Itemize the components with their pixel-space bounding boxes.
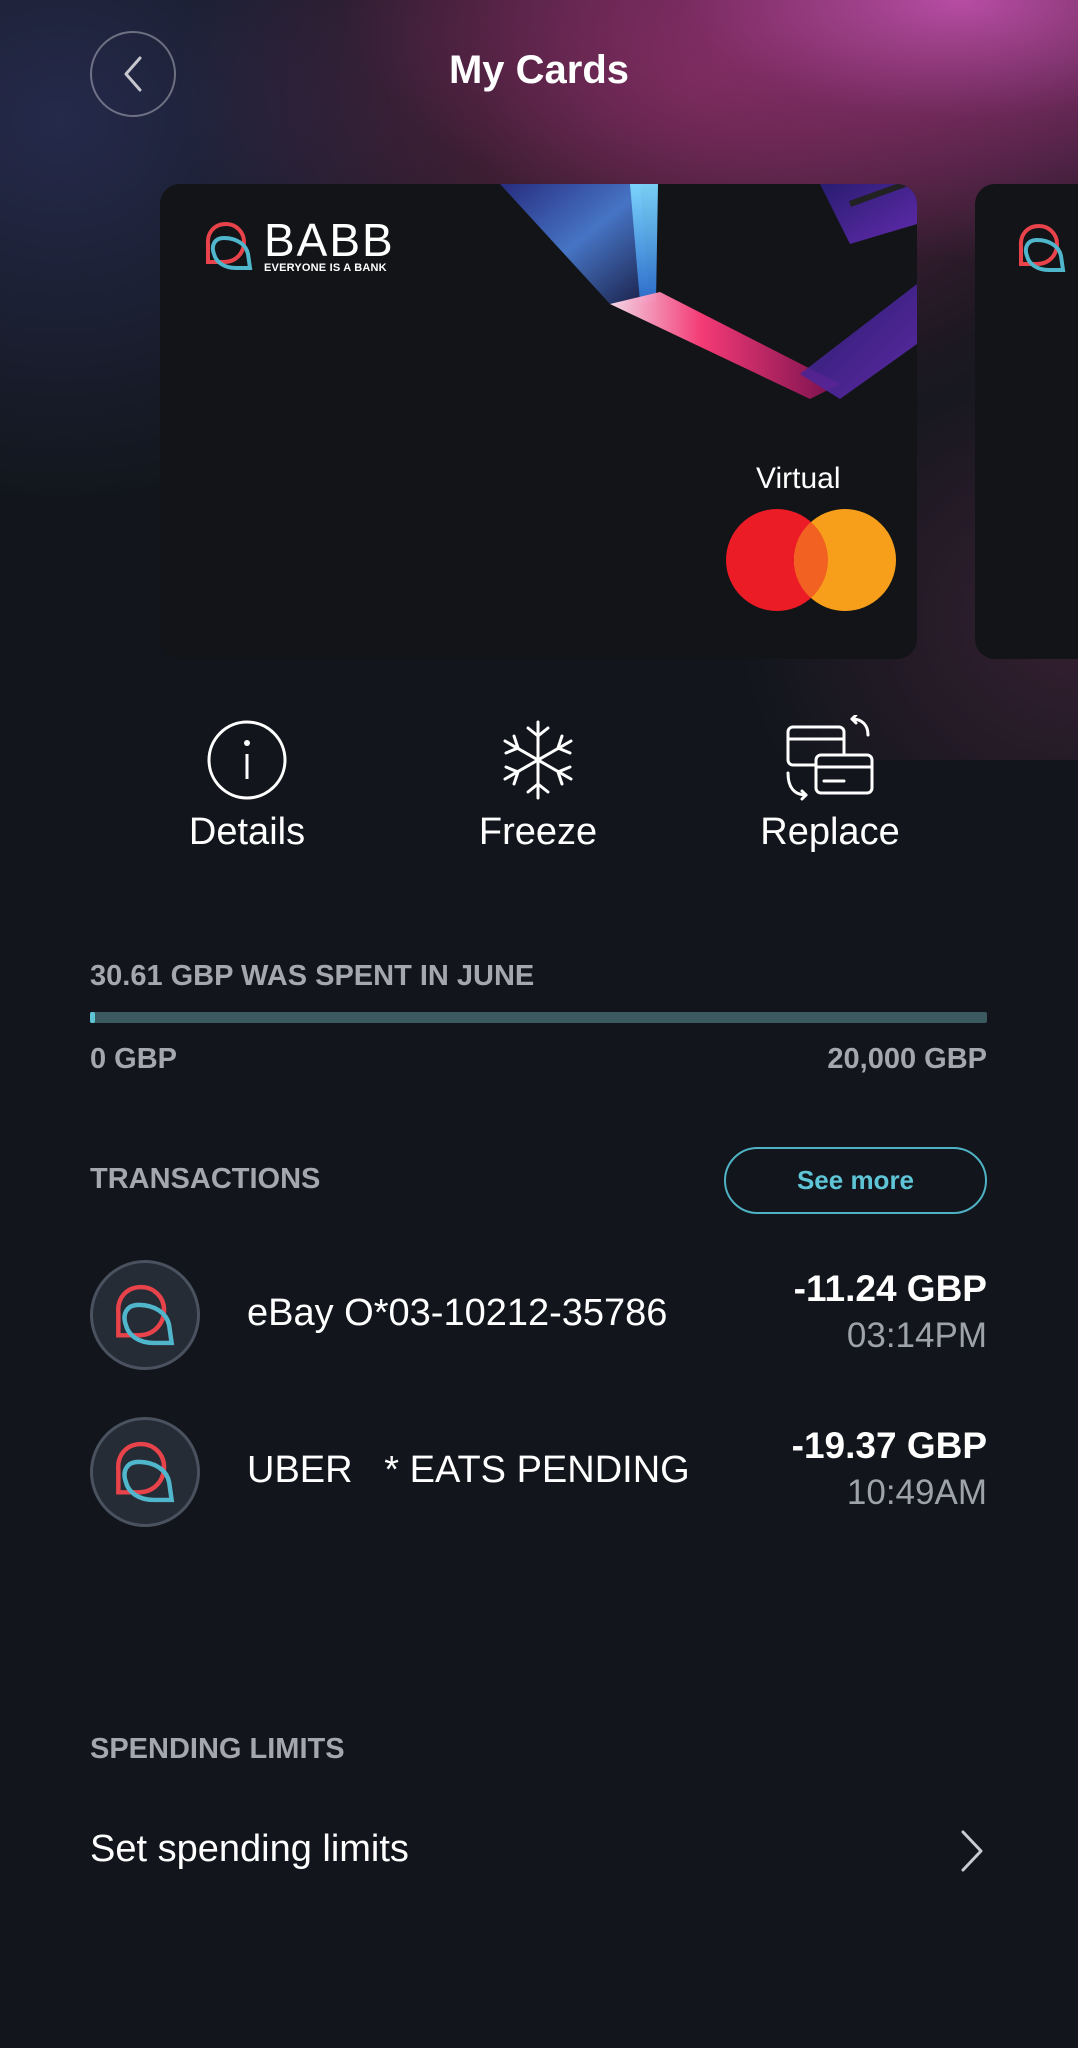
set-spending-limits-row[interactable]: Set spending limits — [90, 1820, 987, 1886]
transaction-row[interactable]: UBER * EATS PENDING -19.37 GBP 10:49AM — [90, 1417, 987, 1529]
transaction-merchant: eBay O*03-10212-35786 — [247, 1292, 668, 1334]
transaction-time: 10:49AM — [846, 1473, 987, 1512]
babb-logo: BABB EVERYONE IS A BANK — [204, 214, 395, 274]
replace-card-icon — [786, 715, 874, 801]
card-type-label: Virtual — [756, 462, 841, 495]
mastercard-logo — [726, 509, 896, 611]
spend-progress-bar — [90, 1012, 987, 1023]
see-more-button[interactable]: See more — [724, 1147, 987, 1214]
brand-name: BABB — [264, 214, 395, 266]
spending-limits-heading: SPENDING LIMITS — [90, 1733, 345, 1765]
babb-logo-icon — [116, 1284, 175, 1346]
details-label: Details — [188, 811, 306, 853]
freeze-label: Freeze — [478, 811, 598, 853]
next-card-preview[interactable] — [975, 184, 1078, 659]
info-icon — [207, 720, 287, 800]
details-button[interactable]: Details — [137, 715, 357, 854]
spend-max-label: 20,000 GBP — [827, 1043, 987, 1075]
transactions-heading: TRANSACTIONS — [90, 1163, 321, 1195]
transaction-amount: -19.37 GBP — [791, 1425, 987, 1466]
merchant-avatar — [90, 1417, 200, 1527]
freeze-button[interactable]: Freeze — [428, 715, 648, 854]
spend-progress-fill — [90, 1012, 96, 1023]
babb-logo-icon — [116, 1441, 175, 1503]
set-spending-limits-label: Set spending limits — [90, 1828, 409, 1870]
page-title: My Cards — [448, 48, 630, 92]
transaction-row[interactable]: eBay O*03-10212-35786 -11.24 GBP 03:14PM — [90, 1260, 987, 1372]
brand-tagline: EVERYONE IS A BANK — [264, 262, 387, 274]
card-actions: Details Freeze Replace — [0, 715, 1078, 865]
virtual-card[interactable]: BABB EVERYONE IS A BANK Virtual — [160, 184, 917, 659]
replace-label: Replace — [760, 811, 900, 853]
transaction-amount: -11.24 GBP — [793, 1268, 987, 1309]
snowflake-icon — [503, 720, 573, 800]
spent-summary: 30.61 GBP WAS SPENT IN JUNE — [90, 960, 535, 992]
replace-button[interactable]: Replace — [720, 715, 940, 854]
transaction-time: 03:14PM — [846, 1316, 987, 1355]
spend-min-label: 0 GBP — [90, 1043, 178, 1075]
chevron-right-icon — [961, 1830, 983, 1872]
babb-logo-icon — [205, 221, 253, 270]
babb-logo-icon — [1018, 223, 1066, 272]
merchant-avatar — [90, 1260, 200, 1370]
transaction-merchant: UBER * EATS PENDING — [247, 1449, 690, 1491]
